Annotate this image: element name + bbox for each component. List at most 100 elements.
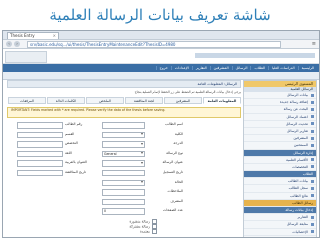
field-input[interactable] [17, 160, 63, 167]
field-input[interactable] [17, 169, 63, 177]
form-row: عنوان الرسالة العنوان بالعربية [7, 159, 241, 167]
sidebar-item-label: إضافة رسالة جديدة [279, 100, 308, 105]
sidebar-item[interactable]: بيانات الطالب [244, 178, 316, 186]
form-tab[interactable]: الكلمات الدالة [47, 97, 85, 104]
checkbox-label: معتمدة [140, 229, 150, 234]
warning-notice: IMPORTANT: Fields marked with * are requ… [7, 107, 241, 118]
form-tab[interactable]: المعلومات العامة [203, 97, 241, 104]
field-select[interactable] [102, 179, 145, 187]
bullet-icon [311, 158, 314, 162]
header-banner [195, 53, 315, 58]
form-tab[interactable]: المرفقات [8, 97, 46, 104]
bullet-icon [311, 187, 314, 191]
back-icon[interactable]: ‹ [6, 41, 12, 47]
field-input[interactable] [17, 150, 63, 158]
content-area: الرسائل: المعلومات العامة يرجى إدخال بيا… [3, 78, 319, 238]
bullet-icon [311, 194, 314, 198]
field-label: تاريخ التسجيل [162, 169, 183, 174]
field-select[interactable]: General [102, 150, 145, 158]
bullet-icon [311, 93, 314, 97]
sidebar-group[interactable]: إدارة الرسائل [244, 149, 316, 157]
form-row: نوع الرسالة General اللغة [7, 150, 241, 158]
field-label: التخصص [65, 141, 78, 146]
menu-icon[interactable]: ≡ [312, 41, 316, 47]
field-input[interactable] [102, 169, 145, 177]
field-label: عنوان الرسالة [162, 160, 183, 165]
sidebar: المستوى الرئيسي الرسائل العلمية بيانات ا… [243, 80, 317, 238]
sidebar-item-label: تقارير الرسائل [286, 128, 308, 133]
bullet-icon [311, 122, 314, 126]
bullet-icon [311, 165, 314, 169]
sidebar-item[interactable]: التخصصات [244, 164, 316, 172]
nav-item[interactable]: الطلاب [250, 66, 268, 70]
field-input[interactable] [17, 122, 63, 129]
sidebar-item[interactable]: بيانات الرسائل [244, 92, 316, 100]
field-input[interactable] [17, 141, 63, 148]
form-tab[interactable]: الملخص [86, 97, 124, 104]
checkbox[interactable] [152, 229, 157, 234]
sidebar-item[interactable]: متابعة الرسائل [244, 221, 316, 229]
form-tabs: المعلومات العامة المشرفين لجنة المناقشة الم… [7, 97, 241, 104]
sidebar-item[interactable]: تحديث الرسائل [244, 121, 316, 128]
address-bar: ‹ › srv/basic.edu/sq.../ui/thesis/Thesis… [3, 40, 319, 49]
nav-item[interactable]: الإعدادات [170, 66, 192, 70]
field-label: المشرف [170, 198, 183, 203]
form-tab[interactable]: المشرفين [164, 97, 202, 104]
sidebar-item-label: بيانات الطالب [287, 179, 308, 184]
field-input[interactable] [102, 198, 145, 206]
browser-tab[interactable]: Thesis Entry × [7, 32, 59, 39]
sidebar-group[interactable]: إدخال بيانات رسالة [244, 207, 316, 215]
sidebar-item[interactable]: تقارير الرسائل [244, 128, 316, 136]
sidebar-item-label: الرسائل المنجزة [284, 237, 308, 238]
sidebar-item[interactable]: الإحصائيات [244, 229, 316, 236]
nav-item[interactable]: المشرفين [209, 66, 232, 70]
sidebar-item-label: الطلاب [302, 172, 313, 177]
sidebar-item[interactable]: إضافة رسالة جديدة [244, 99, 316, 107]
field-select[interactable] [102, 160, 145, 167]
sidebar-group[interactable]: الطلاب [244, 171, 316, 179]
sidebar-item-label: الممتحنين [293, 143, 308, 148]
bullet-icon [311, 100, 314, 104]
checkbox-label: رسالة مشتركة [129, 224, 150, 229]
nav-item[interactable]: الرئيسية [297, 66, 317, 70]
sidebar-item-label: اعتماد الرسائل [286, 114, 308, 119]
field-input[interactable]: 0 [102, 208, 145, 215]
nav-item[interactable]: الرسائل [231, 66, 251, 70]
form-row: عدد الصفحات 0 [7, 207, 241, 215]
nav-item[interactable]: التقارير [191, 66, 210, 70]
sidebar-item[interactable]: المشرفين [244, 135, 316, 143]
sidebar-item[interactable]: سجل الطالب [244, 185, 316, 193]
bullet-icon [311, 230, 314, 234]
field-label: نوع الرسالة [166, 150, 183, 155]
sidebar-item[interactable]: البحث عن رسالة [244, 106, 316, 114]
field-label: رقم الطالب [65, 122, 83, 126]
nav-item[interactable]: خروج [155, 66, 171, 70]
nav-item[interactable]: الدراسات العليا [268, 66, 298, 70]
url-input[interactable]: srv/basic.edu/sq.../ui/thesis/ThesisEntr… [27, 41, 281, 48]
bullet-icon [311, 215, 314, 219]
forward-icon[interactable]: › [14, 41, 20, 47]
field-input[interactable] [102, 189, 145, 196]
checkbox-row[interactable]: معتمدة [67, 229, 157, 234]
sidebar-item[interactable]: الأقسام العلمية [244, 157, 316, 164]
options-checkboxes: رسالة منشورة رسالة مشتركة معتمدة [67, 219, 157, 234]
close-icon[interactable]: × [53, 33, 56, 39]
sidebar-item[interactable]: اعتماد الرسائل [244, 114, 316, 121]
browser-tab-label: Thesis Entry [10, 33, 35, 38]
field-select[interactable] [102, 131, 145, 139]
field-input[interactable] [102, 122, 145, 129]
main-panel: الرسائل: المعلومات العامة يرجى إدخال بيا… [7, 80, 241, 236]
bullet-icon [311, 107, 314, 111]
sidebar-item[interactable]: الممتحنين [244, 142, 316, 150]
form-tab[interactable]: لجنة المناقشة [125, 97, 163, 104]
app-header [3, 49, 319, 64]
sidebar-item[interactable]: الرسائل المنجزة [244, 236, 316, 238]
browser-tabbar: Thesis Entry × [3, 31, 319, 40]
field-select[interactable] [102, 141, 145, 148]
sidebar-group[interactable]: رسائل الطالب [244, 199, 316, 207]
sidebar-item[interactable]: التقارير [244, 214, 316, 222]
sidebar-item[interactable]: نتائج الطالب [244, 193, 316, 200]
field-input[interactable] [17, 131, 63, 139]
bullet-icon [311, 129, 314, 133]
bullet-icon [311, 222, 314, 226]
